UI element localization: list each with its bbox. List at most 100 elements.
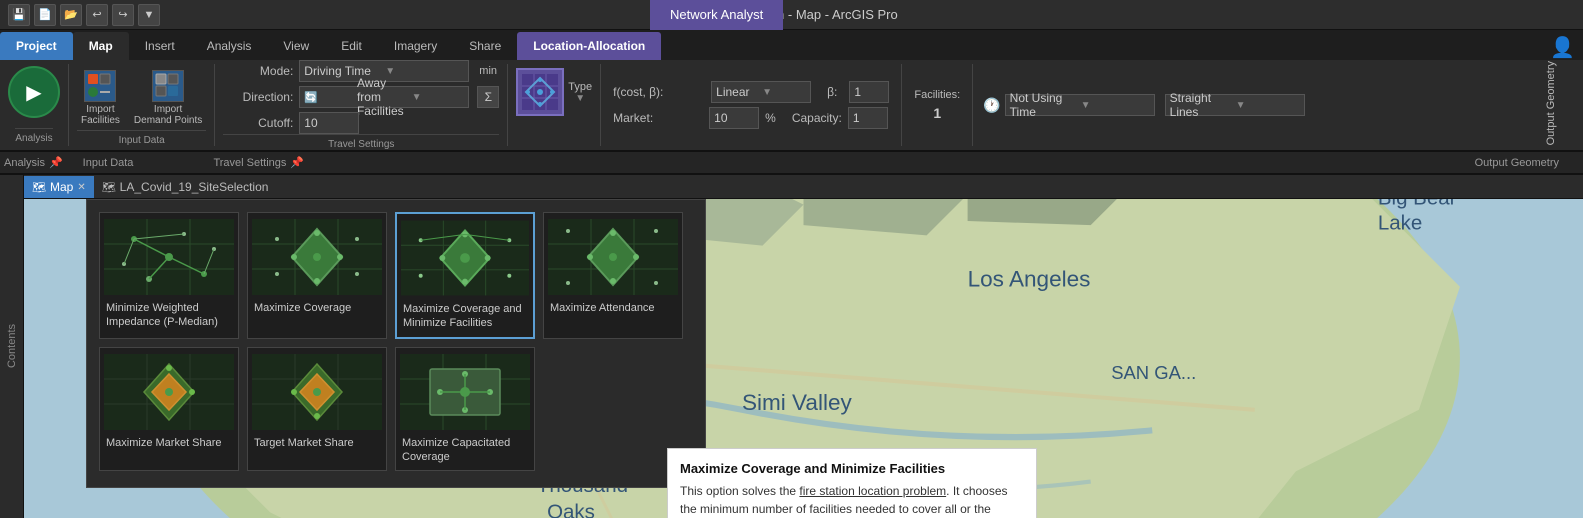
type-card-maximize-attendance-label: Maximize Attendance [548,297,678,317]
market-input[interactable]: 10 [709,107,759,129]
undo-button[interactable]: ↩ [86,4,108,26]
type-card-maximize-capacitated-img [400,352,530,432]
type-dropdown: Minimize Weighted Impedance (P-Median) [86,199,706,488]
tab-analysis[interactable]: Analysis [191,32,268,60]
type-dropdown-arrow: ▼ [575,93,585,104]
type-card-maximize-coverage[interactable]: Maximize Coverage [247,212,387,339]
cutoff-setting: Cutoff: 10 [223,112,499,134]
section-travel-icon: 📌 [290,156,304,169]
tab-view[interactable]: View [267,32,325,60]
type-card-maximize-market-share-label: Maximize Market Share [104,432,234,452]
section-row: Analysis 📌 Input Data Travel Settings 📌 … [0,152,1583,174]
ribbon-content: ▶ Analysis ImportFacilities ImportDemand… [0,60,1583,152]
direction-dropdown-arrow: ▼ [412,92,465,103]
tooltip-box: Maximize Coverage and Minimize Facilitie… [667,448,1037,518]
tab-insert[interactable]: Insert [129,32,191,60]
map-background[interactable]: Ventura Thousand Oaks Simi Valley Oxnard… [24,199,1583,518]
contents-sidebar: Contents [0,175,24,518]
map-area: 🗺 Map ✕ 🗺 LA_Covid_19_SiteSelection [24,175,1583,518]
tab-row: Project Map Insert Analysis View Edit Im… [0,30,1583,60]
section-analysis: Analysis 📌 [4,156,63,169]
tab-map[interactable]: Map [73,32,129,60]
type-card-maximize-attendance-img [548,217,678,297]
tab-imagery[interactable]: Imagery [378,32,453,60]
mode-dropdown-arrow: ▼ [385,66,464,77]
import-demand-label: ImportDemand Points [134,104,202,126]
type-card-maximize-market-share[interactable]: Maximize Market Share [99,347,239,472]
type-card-maximize-coverage-label: Maximize Coverage [252,297,382,317]
facilities-label: Facilities: [914,89,960,101]
time-select-wrapper: 🕐 Not Using Time ▼ [983,94,1154,116]
output-geometry-panel: Output Geometry [1541,57,1573,152]
geometry-select[interactable]: Straight Lines ▼ [1165,94,1305,116]
map-tab-la-covid[interactable]: 🗺 LA_Covid_19_SiteSelection [94,176,277,198]
import-buttons: ImportFacilities ImportDemand Points [77,66,206,130]
type-card-maximize-coverage-minimize-label: Maximize Coverage and Minimize Facilitie… [401,298,529,333]
type-card-maximize-coverage-minimize[interactable]: Maximize Coverage and Minimize Facilitie… [395,212,535,339]
cutoff-label: Cutoff: [223,116,293,130]
ribbon: Project Map Insert Analysis View Edit Im… [0,30,1583,175]
type-button[interactable] [516,68,564,116]
facilities-value: 1 [933,105,941,121]
svg-text:Los Angeles: Los Angeles [968,267,1091,292]
tab-edit[interactable]: Edit [325,32,378,60]
mode-unit: min [479,65,497,77]
geometry-select-wrapper: Straight Lines ▼ [1165,94,1305,116]
ribbon-group-input-data: ImportFacilities ImportDemand Points Inp… [69,64,215,146]
fcost-select[interactable]: Linear ▼ [711,81,811,103]
clock-icon: 🕐 [983,97,1000,114]
type-card-minimize-weighted-label: Minimize Weighted Impedance (P-Median) [104,297,234,332]
cutoff-input[interactable]: 10 [299,112,359,134]
type-card-maximize-market-share-img [104,352,234,432]
import-facilities-button[interactable]: ImportFacilities [77,66,124,130]
type-card-target-market-share[interactable]: Target Market Share [247,347,387,472]
ribbon-group-travel-settings: Mode: Driving Time ▼ min Direction: 🔄 Aw… [215,64,508,146]
input-data-group-label: Input Data [77,130,206,146]
type-card-maximize-capacitated[interactable]: Maximize Capacitated Coverage [395,347,535,472]
capacity-input[interactable]: 1 [848,107,888,129]
time-select[interactable]: Not Using Time ▼ [1005,94,1155,116]
more-button[interactable]: ▼ [138,4,160,26]
map-tab-map[interactable]: 🗺 Map ✕ [24,176,94,198]
new-project-button[interactable]: 📄 [34,4,56,26]
tab-location-allocation[interactable]: Location-Allocation [517,32,661,60]
tooltip-highlight: fire station location problem [799,484,946,498]
tooltip-text: This option solves the fire station loca… [680,482,1024,518]
tab-share[interactable]: Share [453,32,517,60]
svg-text:Lake: Lake [1378,211,1422,234]
direction-select[interactable]: 🔄 Away from Facilities ▼ [299,86,469,108]
type-card-target-market-share-img [252,352,382,432]
tab-project[interactable]: Project [0,32,73,60]
open-button[interactable]: 📂 [60,4,82,26]
svg-text:Simi Valley: Simi Valley [742,390,853,415]
section-input-data: Input Data [83,157,134,169]
svg-text:SAN GA...: SAN GA... [1111,362,1196,383]
import-facilities-icon [84,70,116,102]
run-button[interactable]: ▶ [8,66,60,118]
redo-button[interactable]: ↪ [112,4,134,26]
svg-text:Big Bear: Big Bear [1378,199,1457,210]
fcost-label: f(cost, β): [613,85,703,99]
analysis-group-label: Analysis [15,128,52,144]
type-card-maximize-capacitated-label: Maximize Capacitated Coverage [400,432,530,467]
network-analyst-tab[interactable]: Network Analyst [650,0,783,30]
type-card-maximize-attendance[interactable]: Maximize Attendance [543,212,683,339]
beta-input[interactable]: 1 [849,81,889,103]
direction-sigma-button[interactable]: Σ [477,86,499,108]
section-travel-settings: Travel Settings 📌 [213,156,304,169]
output-geometry-label: Output Geometry [1541,57,1561,149]
type-card-grid: Minimize Weighted Impedance (P-Median) [99,212,693,471]
import-demand-points-button[interactable]: ImportDemand Points [130,66,206,130]
facilities-panel: Facilities: 1 [902,64,973,146]
tooltip-title: Maximize Coverage and Minimize Facilitie… [680,461,1024,476]
section-output-geometry: Output Geometry [1475,157,1559,169]
main-area: Contents 🗺 Map ✕ 🗺 LA_Covid_19_SiteSelec… [0,175,1583,518]
type-card-minimize-weighted[interactable]: Minimize Weighted Impedance (P-Median) [99,212,239,339]
type-card-minimize-weighted-img [104,217,234,297]
svg-text:Oaks: Oaks [547,501,595,518]
save-button[interactable]: 💾 [8,4,30,26]
section-analysis-icon: 📌 [49,156,63,169]
beta-label: β: [827,85,837,99]
travel-settings-label: Travel Settings [223,134,499,150]
map-tab-close[interactable]: ✕ [77,182,85,193]
